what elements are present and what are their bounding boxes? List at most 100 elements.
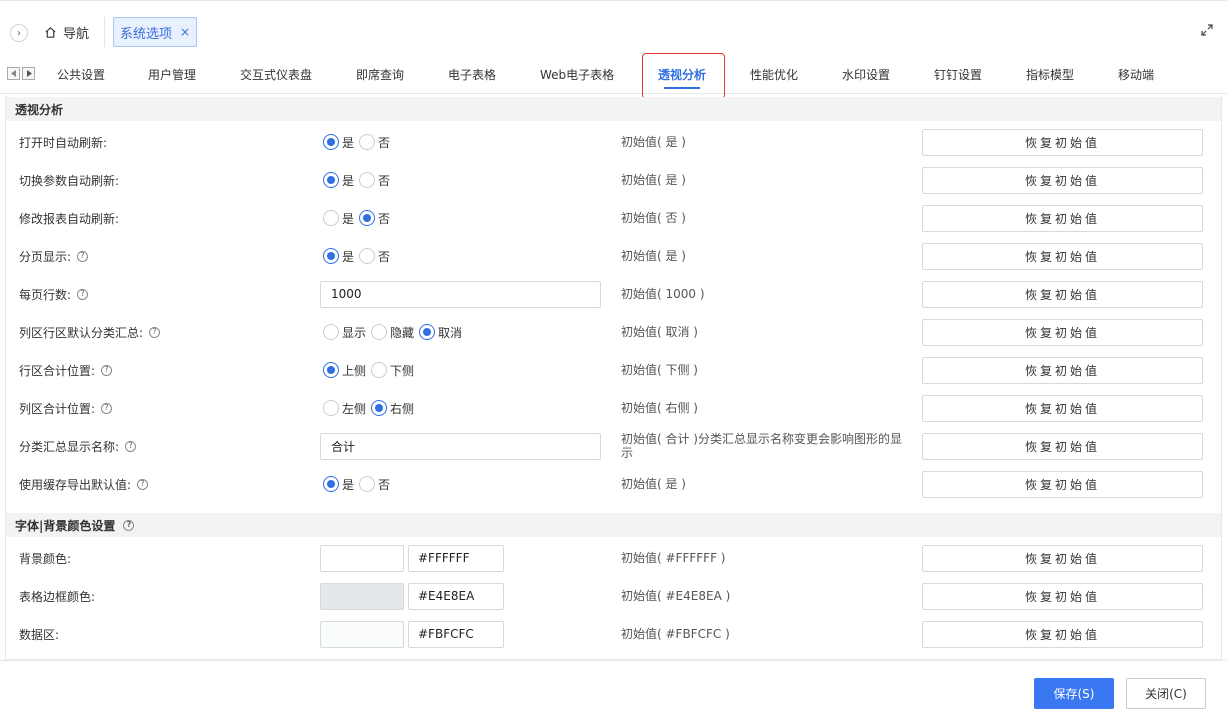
- radio-option[interactable]: 否: [356, 134, 390, 151]
- expand-nav-button[interactable]: ›: [10, 24, 28, 42]
- tab-performance[interactable]: 性能优化: [750, 54, 798, 94]
- radio-option[interactable]: 上侧: [320, 362, 366, 379]
- help-icon[interactable]: ?: [149, 326, 161, 338]
- help-icon[interactable]: ?: [137, 478, 149, 490]
- reset-button[interactable]: 恢复初始值: [922, 357, 1203, 384]
- radio-option[interactable]: 显示: [320, 324, 366, 341]
- radio-button[interactable]: [323, 210, 339, 226]
- reset-button[interactable]: 恢复初始值: [922, 471, 1203, 498]
- radio-option[interactable]: 右侧: [368, 400, 414, 417]
- close-icon[interactable]: ×: [180, 25, 190, 39]
- reset-button[interactable]: 恢复初始值: [922, 243, 1203, 270]
- radio-button[interactable]: [371, 400, 388, 416]
- reset-button[interactable]: 恢复初始值: [922, 205, 1203, 232]
- help-icon[interactable]: ?: [123, 519, 135, 531]
- tab-interactive-dashboard[interactable]: 交互式仪表盘: [240, 54, 312, 94]
- reset-button[interactable]: 恢复初始值: [922, 319, 1203, 346]
- tab-dingtalk[interactable]: 钉钉设置: [934, 54, 982, 94]
- radio-button[interactable]: [371, 324, 388, 340]
- open-tab-system-options[interactable]: 系统选项 ×: [113, 17, 198, 47]
- radio-option[interactable]: 取消: [416, 324, 462, 341]
- active-tab-highlight: [642, 53, 725, 99]
- radio-group: 是 否: [320, 123, 392, 161]
- radio-button[interactable]: [323, 248, 339, 264]
- radio-button[interactable]: [359, 476, 376, 492]
- reset-button[interactable]: 恢复初始值: [922, 167, 1203, 194]
- tab-scroll-left-button[interactable]: [7, 67, 20, 80]
- tab-adhoc-query[interactable]: 即席查询: [356, 54, 404, 94]
- color-swatch[interactable]: [320, 582, 404, 610]
- radio-option[interactable]: 隐藏: [368, 324, 414, 341]
- nav-home-link[interactable]: 导航: [44, 23, 89, 42]
- initial-value: 初始值( #FBFCFC ): [621, 627, 730, 641]
- reset-button[interactable]: 恢复初始值: [922, 583, 1203, 610]
- help-icon[interactable]: ?: [125, 440, 137, 452]
- divider: [104, 17, 105, 47]
- radio-option[interactable]: 否: [356, 172, 390, 189]
- help-icon[interactable]: ?: [77, 250, 89, 262]
- reset-button[interactable]: 恢复初始值: [922, 545, 1203, 572]
- reset-button[interactable]: 恢复初始值: [922, 621, 1203, 648]
- radio-group: 是 否: [320, 465, 392, 503]
- radio-button[interactable]: [323, 172, 339, 188]
- initial-value: 初始值( #E4E8EA ): [621, 589, 731, 603]
- radio-button[interactable]: [359, 172, 376, 188]
- radio-button[interactable]: [359, 134, 376, 150]
- rows-per-page-input[interactable]: [320, 280, 601, 308]
- settings-panel: 透视分析 打开时自动刷新: 是 否 初始值( 是 ) 恢复初始值 切换参数自动刷…: [5, 95, 1222, 660]
- radio-option[interactable]: 否: [356, 210, 390, 227]
- tab-public-settings[interactable]: 公共设置: [57, 54, 105, 94]
- tab-user-management[interactable]: 用户管理: [148, 54, 196, 94]
- help-icon[interactable]: ?: [77, 288, 89, 300]
- save-button[interactable]: 保存(S): [1034, 678, 1114, 709]
- input-wrapper: [320, 275, 601, 313]
- help-icon[interactable]: ?: [101, 364, 113, 376]
- help-icon[interactable]: ?: [101, 402, 113, 414]
- section-title: 字体|背景颜色设置: [15, 518, 116, 533]
- radio-button[interactable]: [323, 400, 339, 416]
- radio-button[interactable]: [323, 362, 339, 378]
- radio-option[interactable]: 下侧: [368, 362, 414, 379]
- setting-row: 列区合计位置:? 左侧 右侧 初始值( 右侧 ) 恢复初始值: [6, 389, 1221, 427]
- reset-button[interactable]: 恢复初始值: [922, 281, 1203, 308]
- radio-button[interactable]: [359, 210, 376, 226]
- radio-option[interactable]: 是: [320, 134, 354, 151]
- radio-option[interactable]: 是: [320, 248, 354, 265]
- setting-row: 分类汇总显示名称:? 初始值( 合计 )分类汇总显示名称变更会影响图形的显示 恢…: [6, 427, 1221, 465]
- radio-button[interactable]: [323, 476, 339, 492]
- radio-button[interactable]: [419, 324, 436, 340]
- radio-option[interactable]: 是: [320, 476, 354, 493]
- tab-mobile[interactable]: 移动端: [1118, 54, 1154, 94]
- radio-option[interactable]: 否: [356, 476, 390, 493]
- reset-button[interactable]: 恢复初始值: [922, 395, 1203, 422]
- tab-watermark[interactable]: 水印设置: [842, 54, 890, 94]
- color-hex-input[interactable]: [408, 544, 504, 572]
- tab-metric-model[interactable]: 指标模型: [1026, 54, 1074, 94]
- tab-spreadsheet[interactable]: 电子表格: [448, 54, 496, 94]
- dialog-footer: 保存(S) 关闭(C): [0, 660, 1227, 725]
- color-swatch[interactable]: [320, 620, 404, 648]
- radio-option[interactable]: 否: [356, 248, 390, 265]
- color-swatch[interactable]: [320, 544, 404, 572]
- radio-button[interactable]: [323, 324, 339, 340]
- radio-group: 是 否: [320, 199, 392, 237]
- color-hex-input[interactable]: [408, 582, 504, 610]
- subtotal-name-input[interactable]: [320, 432, 601, 460]
- radio-button[interactable]: [359, 248, 376, 264]
- reset-button[interactable]: 恢复初始值: [922, 433, 1203, 460]
- setting-label: 使用缓存导出默认值:?: [19, 465, 149, 503]
- tab-web-spreadsheet[interactable]: Web电子表格: [540, 54, 614, 94]
- radio-button[interactable]: [323, 134, 339, 150]
- close-button[interactable]: 关闭(C): [1126, 678, 1206, 709]
- tab-scroll-right-button[interactable]: [22, 67, 35, 80]
- radio-button[interactable]: [371, 362, 388, 378]
- radio-option[interactable]: 左侧: [320, 400, 366, 417]
- radio-option[interactable]: 是: [320, 210, 354, 227]
- reset-button[interactable]: 恢复初始值: [922, 129, 1203, 156]
- setting-label: 打开时自动刷新:: [19, 135, 108, 150]
- color-hex-input[interactable]: [408, 620, 504, 648]
- setting-label: 切换参数自动刷新:: [19, 173, 120, 188]
- radio-option[interactable]: 是: [320, 172, 354, 189]
- fullscreen-icon[interactable]: [1200, 23, 1214, 37]
- setting-label: 行区合计位置:?: [19, 351, 113, 389]
